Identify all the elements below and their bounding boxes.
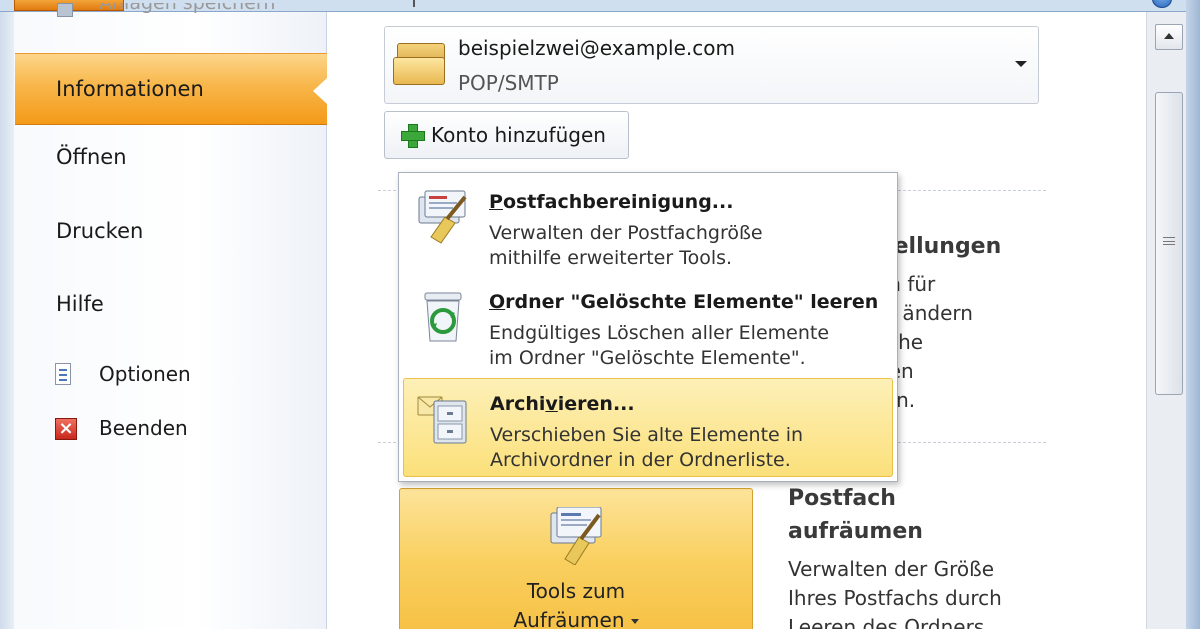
nav-item-save-attachments[interactable]: Anlagen speichern — [15, 3, 327, 37]
menu-item-title: Archivieren... — [490, 393, 635, 415]
chevron-down-icon — [630, 619, 639, 624]
nav-item-information[interactable]: Informationen — [15, 53, 327, 125]
window-border — [1186, 0, 1200, 629]
nav-item-options[interactable]: Optionen — [15, 362, 327, 392]
nav-edge — [0, 12, 14, 629]
mailbox-cleanup-text: Leeren des Ordners — [788, 615, 985, 629]
account-email: beispielzwei@example.com — [458, 36, 735, 60]
menu-item-archive[interactable]: Archivieren... Verschieben Sie alte Elem… — [403, 378, 893, 477]
menu-item-description: Archivordner in der Ordnerliste. — [490, 449, 791, 471]
account-selector[interactable]: beispielzwei@example.com POP/SMTP — [384, 26, 1039, 104]
menu-item-description: im Ordner "Gelöschte Elemente". — [489, 347, 806, 369]
plus-icon — [399, 122, 425, 148]
nav-item-label: Drucken — [56, 219, 144, 243]
mailbox-cleanup-icon — [550, 507, 602, 565]
scrollbar-thumb[interactable] — [1155, 92, 1183, 395]
cleanup-tools-menu: Postfachbereinigung... Verwalten der Pos… — [398, 172, 898, 482]
grip-icon — [1163, 237, 1175, 245]
nav-item-exit[interactable]: × Beenden — [15, 416, 327, 446]
selected-indicator-arrow — [313, 78, 327, 104]
nav-item-help[interactable]: Hilfe — [15, 292, 327, 326]
nav-item-label: Beenden — [99, 416, 188, 440]
mailbox-cleanup-icon — [418, 190, 467, 244]
menu-item-description: Endgültiges Löschen aller Elemente — [489, 322, 830, 344]
add-account-button[interactable]: Konto hinzufügen — [384, 111, 629, 159]
scroll-up-button[interactable] — [1155, 24, 1183, 50]
nav-item-print[interactable]: Drucken — [15, 219, 327, 253]
nav-item-label: Hilfe — [56, 292, 104, 316]
mailbox-cleanup-title-2: aufräumen — [788, 519, 923, 544]
chevron-down-icon — [1015, 61, 1027, 67]
nav-item-label: Öffnen — [56, 145, 127, 169]
menu-item-title: Postfachbereinigung... — [489, 191, 734, 213]
archive-cabinet-icon — [417, 396, 467, 444]
recycle-bin-icon — [424, 292, 462, 342]
cleanup-tools-label: Tools zum — [526, 579, 626, 603]
menu-item-description: Verwalten der Postfachgröße — [489, 222, 763, 244]
title-fragment — [413, 0, 425, 7]
nav-item-label: Anlagen speichern — [99, 3, 276, 14]
save-attachments-icon — [57, 3, 73, 17]
mailbox-cleanup-text: Verwalten der Größe — [788, 557, 995, 581]
menu-item-mailbox-cleanup[interactable]: Postfachbereinigung... Verwalten der Pos… — [403, 177, 893, 275]
exit-icon: × — [55, 418, 77, 440]
options-icon — [55, 363, 71, 385]
email-account-icon — [393, 41, 449, 87]
nav-item-open[interactable]: Öffnen — [15, 145, 327, 179]
mailbox-cleanup-text: Ihres Postfachs durch — [788, 586, 1002, 610]
cleanup-tools-label-2: Aufräumen — [400, 608, 752, 629]
nav-item-label: Optionen — [99, 362, 191, 386]
menu-item-title: Ordner "Gelöschte Elemente" leeren — [489, 291, 879, 313]
mailbox-cleanup-title: Postfach — [788, 486, 896, 511]
menu-item-description: mithilfe erweiterter Tools. — [489, 247, 733, 269]
account-type: POP/SMTP — [458, 71, 559, 95]
menu-item-description: Verschieben Sie alte Elemente in — [490, 424, 804, 446]
cleanup-tools-button[interactable]: Tools zum Aufräumen — [399, 488, 753, 629]
nav-item-label: Informationen — [56, 77, 204, 101]
add-account-label: Konto hinzufügen — [431, 123, 606, 147]
menu-item-empty-deleted-items[interactable]: Ordner "Gelöschte Elemente" leeren Endgü… — [403, 277, 893, 375]
